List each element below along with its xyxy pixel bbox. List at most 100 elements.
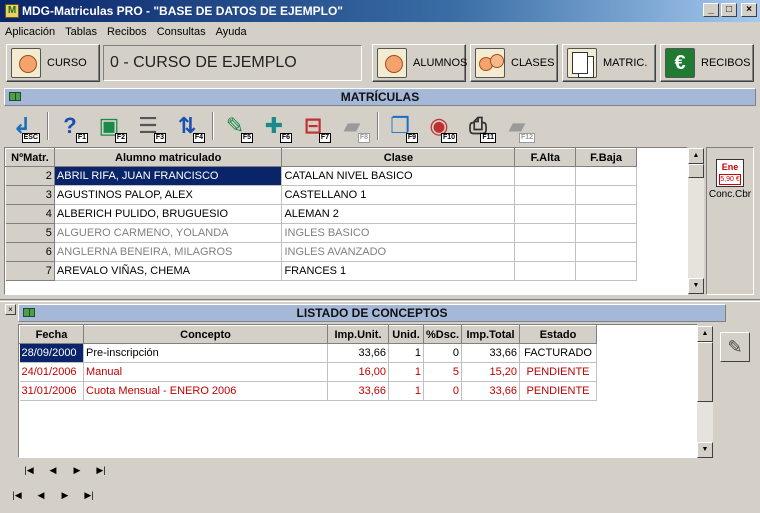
estado-cell[interactable]: PENDIENTE bbox=[519, 381, 598, 401]
imp-unit-cell[interactable]: 33,66 bbox=[327, 381, 389, 401]
fecha-cell[interactable]: 28/09/2000 bbox=[19, 343, 84, 363]
documents-button[interactable]: ❐ F9 bbox=[382, 109, 418, 143]
menu-recibos[interactable]: Recibos bbox=[102, 26, 152, 38]
delete-record-button[interactable]: ⊟ F7 bbox=[295, 109, 331, 143]
baja-cell[interactable] bbox=[575, 242, 637, 262]
table-row[interactable]: 24/01/2006 Manual 16,00 1 5 15,20 PENDIE… bbox=[19, 362, 598, 382]
scroll-up-arrow-icon[interactable]: ▲ bbox=[688, 148, 704, 164]
table-row[interactable]: 7 AREVALO VIÑAS, CHEMA FRANCES 1 bbox=[5, 261, 688, 281]
unid-cell[interactable]: 1 bbox=[388, 362, 424, 382]
clase-cell[interactable]: FRANCES 1 bbox=[281, 261, 516, 281]
alta-cell[interactable] bbox=[514, 242, 577, 262]
table-row[interactable]: 28/09/2000 Pre-inscripción 33,66 1 0 33,… bbox=[19, 343, 598, 363]
search-map-button[interactable]: ▣ F2 bbox=[91, 109, 127, 143]
map-disabled-button[interactable]: ▰ F8 bbox=[334, 109, 370, 143]
col-alumno[interactable]: Alumno matriculado bbox=[53, 148, 283, 167]
clase-cell[interactable]: ALEMAN 2 bbox=[281, 204, 516, 224]
concepto-cell[interactable]: Pre-inscripción bbox=[83, 343, 328, 363]
alumnos-button[interactable]: ALUMNOS bbox=[372, 44, 467, 82]
baja-cell[interactable] bbox=[575, 185, 637, 205]
conceptos-cobro-button[interactable]: Ene 5,90 € Conc.Cbr bbox=[709, 151, 751, 209]
conceptos-scrollbar[interactable]: ▲ ▼ bbox=[697, 326, 713, 458]
table-row[interactable]: 5 ALGUERO CARMENO, YOLANDA INGLES BASICO bbox=[5, 223, 688, 243]
col-estado[interactable]: Estado bbox=[519, 325, 598, 344]
col-f-baja[interactable]: F.Baja bbox=[575, 148, 637, 167]
imp-total-cell[interactable]: 33,66 bbox=[461, 381, 521, 401]
report-button[interactable]: ◉ F10 bbox=[421, 109, 457, 143]
estado-cell[interactable]: FACTURADO bbox=[519, 343, 598, 363]
clase-cell[interactable]: CATALAN NIVEL BASICO bbox=[281, 166, 516, 186]
dsc-cell[interactable]: 0 bbox=[423, 343, 463, 363]
estado-cell[interactable]: PENDIENTE bbox=[519, 362, 598, 382]
panel-splitter[interactable] bbox=[0, 299, 760, 302]
dsc-cell[interactable]: 0 bbox=[423, 381, 463, 401]
close-panel-icon[interactable]: × bbox=[5, 304, 16, 315]
matriculas-grid[interactable]: NºMatr. Alumno matriculado Clase F.Alta … bbox=[4, 147, 688, 295]
add-record-button[interactable]: ✚ F6 bbox=[256, 109, 292, 143]
conceptos-grid[interactable]: Fecha Concepto Imp.Unit. Unid. %Dsc. Imp… bbox=[18, 324, 698, 458]
table-row[interactable]: 3 AGUSTINOS PALOP, ALEX CASTELLANO 1 bbox=[5, 185, 688, 205]
table-row[interactable]: 2 ABRIL RIFA, JUAN FRANCISCO CATALAN NIV… bbox=[5, 166, 688, 186]
matriculas-scrollbar[interactable]: ▲ ▼ bbox=[688, 148, 704, 294]
alumno-cell[interactable]: ANGLERNA BENEIRA, MILAGROS bbox=[54, 242, 283, 262]
unid-cell[interactable]: 1 bbox=[388, 381, 424, 401]
alumno-cell[interactable]: ALGUERO CARMENO, YOLANDA bbox=[54, 223, 283, 243]
col-concepto[interactable]: Concepto bbox=[83, 325, 328, 344]
alta-cell[interactable] bbox=[514, 204, 577, 224]
baja-cell[interactable] bbox=[575, 261, 637, 281]
menu-tablas[interactable]: Tablas bbox=[60, 26, 102, 38]
alta-cell[interactable] bbox=[514, 166, 577, 186]
imp-total-cell[interactable]: 15,20 bbox=[461, 362, 521, 382]
alumno-cell[interactable]: AGUSTINOS PALOP, ALEX bbox=[54, 185, 283, 205]
baja-cell[interactable] bbox=[575, 223, 637, 243]
nav-last-icon[interactable]: ▶| bbox=[94, 465, 108, 476]
table-row[interactable]: 6 ANGLERNA BENEIRA, MILAGROS INGLES AVAN… bbox=[5, 242, 688, 262]
alumno-cell[interactable]: AREVALO VIÑAS, CHEMA bbox=[54, 261, 283, 281]
nav-first-icon[interactable]: |◀ bbox=[10, 490, 24, 501]
alta-cell[interactable] bbox=[514, 223, 577, 243]
alumno-cell[interactable]: ABRIL RIFA, JUAN FRANCISCO bbox=[54, 166, 283, 186]
nav-next-icon[interactable]: ▶ bbox=[70, 465, 84, 476]
scroll-thumb[interactable] bbox=[697, 342, 713, 402]
col-f-alta[interactable]: F.Alta bbox=[514, 148, 577, 167]
nav-next-icon[interactable]: ▶ bbox=[58, 490, 72, 501]
alumno-cell[interactable]: ALBERICH PULIDO, BRUGUESIO bbox=[54, 204, 283, 224]
imp-unit-cell[interactable]: 16,00 bbox=[327, 362, 389, 382]
help-button[interactable]: ? F1 bbox=[52, 109, 88, 143]
sort-button[interactable]: ⇅ F4 bbox=[169, 109, 205, 143]
nav-last-icon[interactable]: ▶| bbox=[82, 490, 96, 501]
nav-prev-icon[interactable]: ◀ bbox=[34, 490, 48, 501]
imp-unit-cell[interactable]: 33,66 bbox=[327, 343, 389, 363]
print-button[interactable]: ⎙ F11 bbox=[460, 109, 496, 143]
menu-aplicacion[interactable]: Aplicación bbox=[0, 26, 60, 38]
col-imp-total[interactable]: Imp.Total bbox=[461, 325, 521, 344]
clase-cell[interactable]: INGLES BASICO bbox=[281, 223, 516, 243]
nav-prev-icon[interactable]: ◀ bbox=[46, 465, 60, 476]
nav-first-icon[interactable]: |◀ bbox=[22, 465, 36, 476]
minimize-button[interactable]: _ bbox=[703, 3, 719, 17]
alta-cell[interactable] bbox=[514, 261, 577, 281]
imp-total-cell[interactable]: 33,66 bbox=[461, 343, 521, 363]
matric-button[interactable]: MATRIC. bbox=[562, 44, 656, 82]
fecha-cell[interactable]: 24/01/2006 bbox=[19, 362, 84, 382]
table-row[interactable]: 31/01/2006 Cuota Mensual - ENERO 2006 33… bbox=[19, 381, 598, 401]
export-disabled-button[interactable]: ▰ F12 bbox=[499, 109, 535, 143]
curso-button[interactable]: CURSO bbox=[6, 44, 100, 82]
filter-button[interactable]: ☰ F3 bbox=[130, 109, 166, 143]
fecha-cell[interactable]: 31/01/2006 bbox=[19, 381, 84, 401]
edit-record-button[interactable]: ✎ F5 bbox=[217, 109, 253, 143]
col-fecha[interactable]: Fecha bbox=[19, 325, 84, 344]
recibos-button[interactable]: RECIBOS bbox=[660, 44, 754, 82]
scroll-thumb[interactable] bbox=[688, 164, 704, 178]
clase-cell[interactable]: CASTELLANO 1 bbox=[281, 185, 516, 205]
alta-cell[interactable] bbox=[514, 185, 577, 205]
col-num-matr[interactable]: NºMatr. bbox=[5, 148, 55, 167]
unid-cell[interactable]: 1 bbox=[388, 343, 424, 363]
table-row[interactable]: 4 ALBERICH PULIDO, BRUGUESIO ALEMAN 2 bbox=[5, 204, 688, 224]
scroll-down-arrow-icon[interactable]: ▼ bbox=[697, 442, 713, 458]
clases-button[interactable]: CLASES bbox=[470, 44, 558, 82]
close-button[interactable]: × bbox=[741, 3, 757, 17]
clase-cell[interactable]: INGLES AVANZADO bbox=[281, 242, 516, 262]
col-imp-unit[interactable]: Imp.Unit. bbox=[327, 325, 389, 344]
scroll-down-arrow-icon[interactable]: ▼ bbox=[688, 278, 704, 294]
